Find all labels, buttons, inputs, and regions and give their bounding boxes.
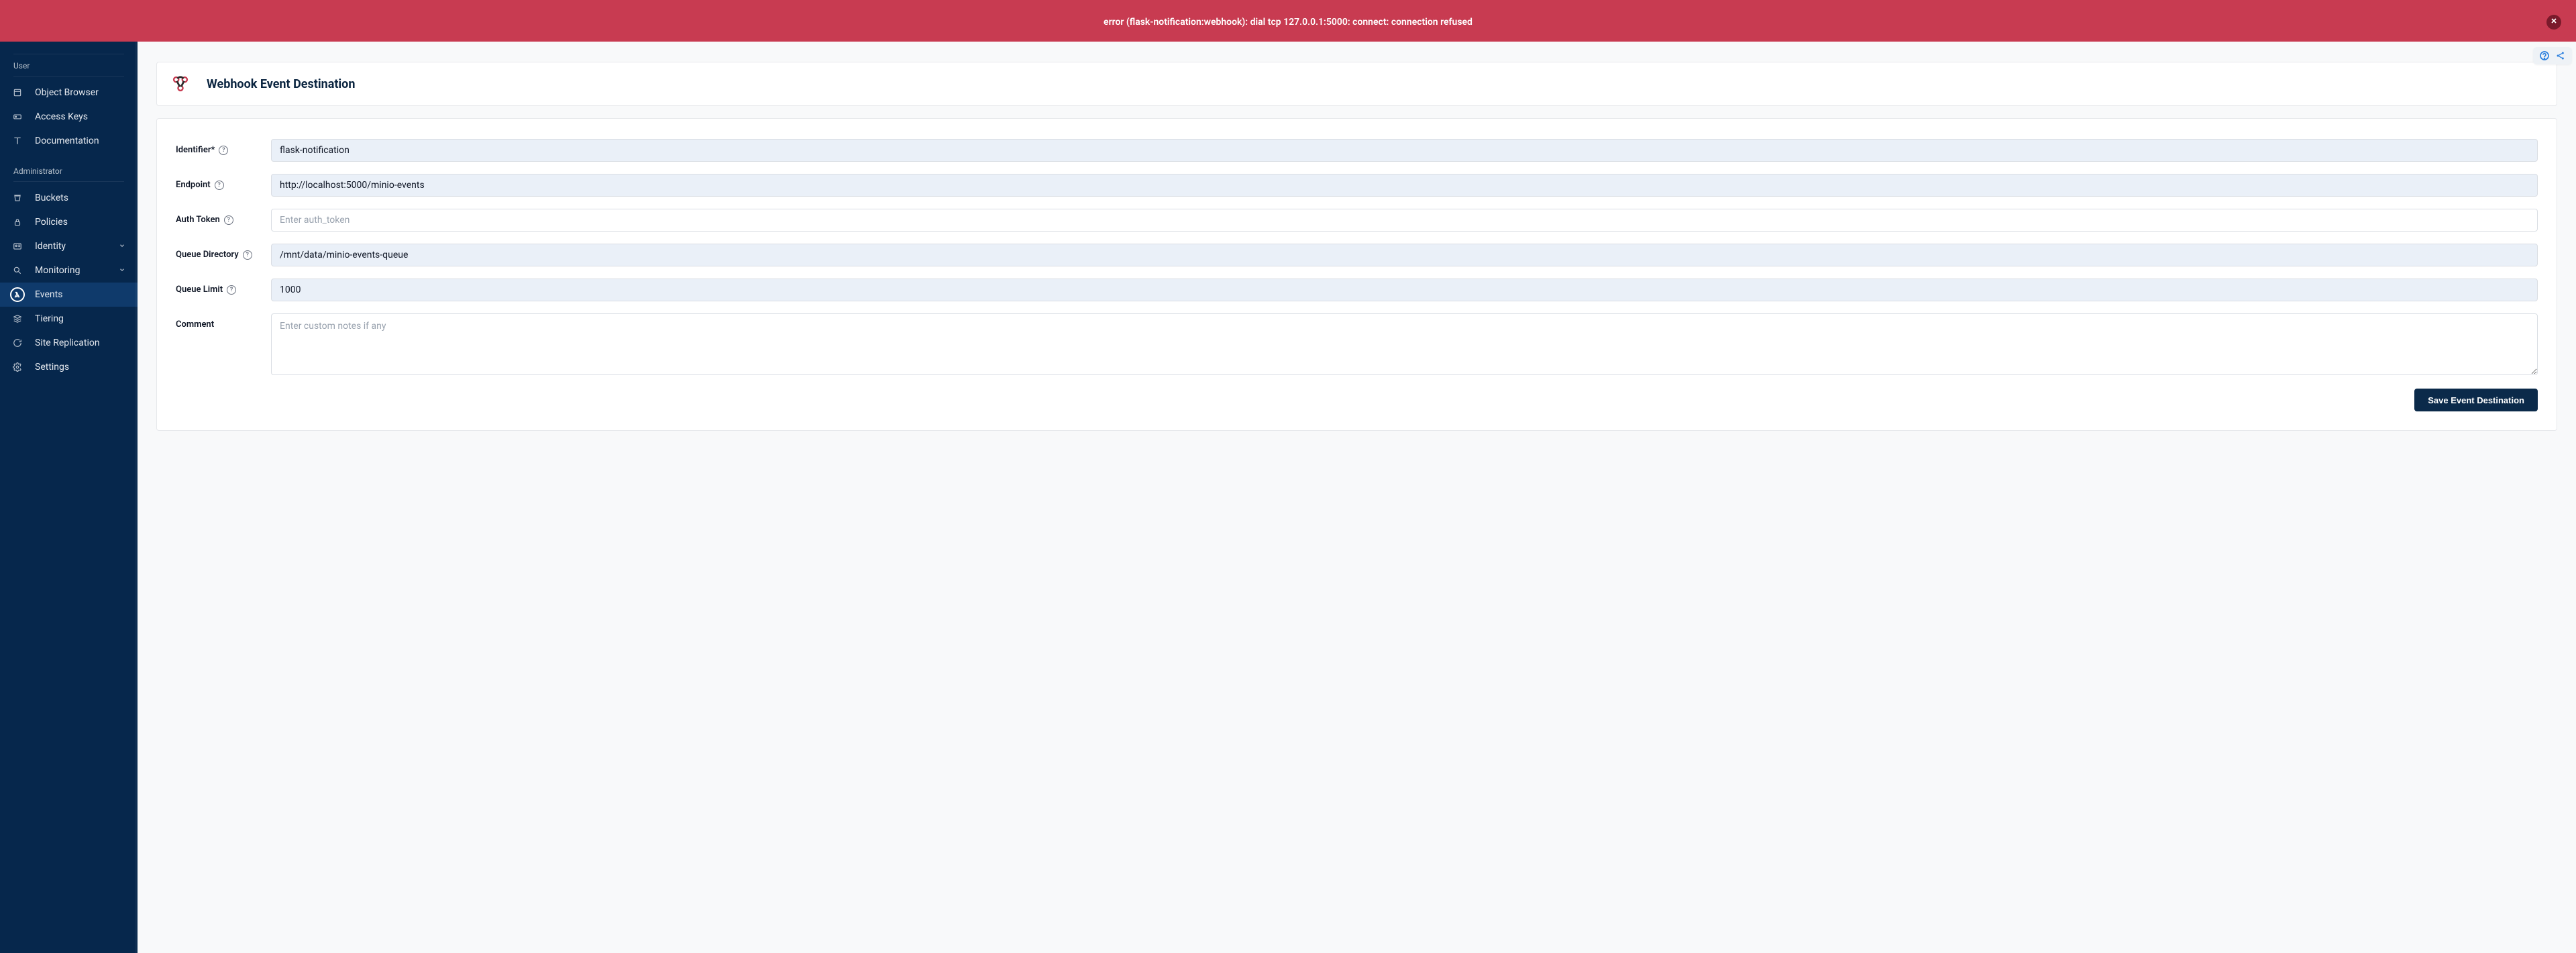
row-identifier: Identifier* ? xyxy=(176,139,2538,162)
top-right-badges xyxy=(2533,47,2572,64)
sidebar-item-label: Events xyxy=(35,289,62,300)
sidebar-section-user: User xyxy=(0,58,138,76)
label-text: Endpoint xyxy=(176,180,211,190)
queue-directory-input[interactable] xyxy=(271,244,2538,266)
sidebar-item-label: Monitoring xyxy=(35,265,80,276)
sidebar-item-policies[interactable]: Policies xyxy=(0,210,138,234)
sidebar-item-label: Object Browser xyxy=(35,87,99,98)
label-text: Queue Limit xyxy=(176,285,223,295)
sidebar: User Object Browser Access Keys Document… xyxy=(0,42,138,953)
label-text: Queue Directory xyxy=(176,250,239,260)
divider xyxy=(13,76,124,77)
row-auth-token: Auth Token ? xyxy=(176,209,2538,232)
row-endpoint: Endpoint ? xyxy=(176,174,2538,197)
error-close-button[interactable] xyxy=(2546,15,2561,30)
sidebar-item-settings[interactable]: Settings xyxy=(0,355,138,379)
label-comment: Comment xyxy=(176,313,271,330)
row-queue-limit: Queue Limit ? xyxy=(176,279,2538,301)
comment-input[interactable] xyxy=(271,313,2538,375)
label-identifier: Identifier* ? xyxy=(176,139,271,155)
error-message: error (flask-notification:webhook): dial… xyxy=(1104,17,1472,28)
main-content: Webhook Event Destination Identifier* ? … xyxy=(138,42,2576,953)
label-text: Auth Token xyxy=(176,215,220,225)
sidebar-item-label: Documentation xyxy=(35,136,99,146)
help-icon[interactable]: ? xyxy=(215,181,224,190)
endpoint-input[interactable] xyxy=(271,174,2538,197)
chevron-down-icon xyxy=(119,241,125,252)
help-icon[interactable]: ? xyxy=(243,250,252,260)
replication-icon xyxy=(12,338,23,348)
form-actions: Save Event Destination xyxy=(176,389,2538,411)
label-text: Comment xyxy=(176,319,214,330)
sidebar-item-label: Site Replication xyxy=(35,338,100,348)
row-comment: Comment xyxy=(176,313,2538,375)
sidebar-item-label: Identity xyxy=(35,241,66,252)
tiers-icon xyxy=(12,313,23,324)
gear-icon xyxy=(12,362,23,372)
label-text: Identifier* xyxy=(176,145,215,155)
close-icon xyxy=(2550,17,2558,28)
page-header-panel: Webhook Event Destination xyxy=(156,62,2557,106)
sidebar-item-events[interactable]: Events xyxy=(0,283,138,307)
share-badge-icon[interactable] xyxy=(2555,50,2567,62)
sidebar-section-admin: Administrator xyxy=(0,164,138,181)
label-queue-limit: Queue Limit ? xyxy=(176,279,271,295)
key-icon xyxy=(12,111,23,122)
queue-limit-input[interactable] xyxy=(271,279,2538,301)
sidebar-item-tiering[interactable]: Tiering xyxy=(0,307,138,331)
sidebar-item-label: Access Keys xyxy=(35,111,88,122)
search-icon xyxy=(12,265,23,276)
help-icon[interactable]: ? xyxy=(219,146,228,155)
sidebar-item-documentation[interactable]: Documentation xyxy=(0,129,138,153)
label-endpoint: Endpoint ? xyxy=(176,174,271,190)
page-title: Webhook Event Destination xyxy=(207,77,355,91)
book-icon xyxy=(12,136,23,146)
sidebar-item-access-keys[interactable]: Access Keys xyxy=(0,105,138,129)
help-badge-icon[interactable] xyxy=(2538,50,2551,62)
sidebar-item-site-replication[interactable]: Site Replication xyxy=(0,331,138,355)
divider xyxy=(13,181,124,182)
auth-token-input[interactable] xyxy=(271,209,2538,232)
help-icon[interactable]: ? xyxy=(227,285,236,295)
webhook-icon xyxy=(164,69,197,99)
save-event-destination-button[interactable]: Save Event Destination xyxy=(2414,389,2538,411)
sidebar-item-identity[interactable]: Identity xyxy=(0,234,138,258)
lambda-icon xyxy=(10,287,25,302)
box-icon xyxy=(12,87,23,98)
sidebar-item-label: Policies xyxy=(35,217,68,228)
sidebar-item-monitoring[interactable]: Monitoring xyxy=(0,258,138,283)
error-banner: error (flask-notification:webhook): dial… xyxy=(0,0,2576,42)
sidebar-item-object-browser[interactable]: Object Browser xyxy=(0,81,138,105)
sidebar-item-label: Tiering xyxy=(35,313,64,324)
help-icon[interactable]: ? xyxy=(224,215,233,225)
sidebar-item-label: Settings xyxy=(35,362,69,372)
sidebar-item-label: Buckets xyxy=(35,193,68,203)
identifier-input[interactable] xyxy=(271,139,2538,162)
chevron-down-icon xyxy=(119,265,125,276)
sidebar-item-buckets[interactable]: Buckets xyxy=(0,186,138,210)
form-panel: Identifier* ? Endpoint ? Auth Token ? xyxy=(156,118,2557,431)
label-auth-token: Auth Token ? xyxy=(176,209,271,225)
lock-icon xyxy=(12,217,23,228)
id-icon xyxy=(12,241,23,252)
label-queue-directory: Queue Directory ? xyxy=(176,244,271,260)
row-queue-directory: Queue Directory ? xyxy=(176,244,2538,266)
bucket-icon xyxy=(12,193,23,203)
